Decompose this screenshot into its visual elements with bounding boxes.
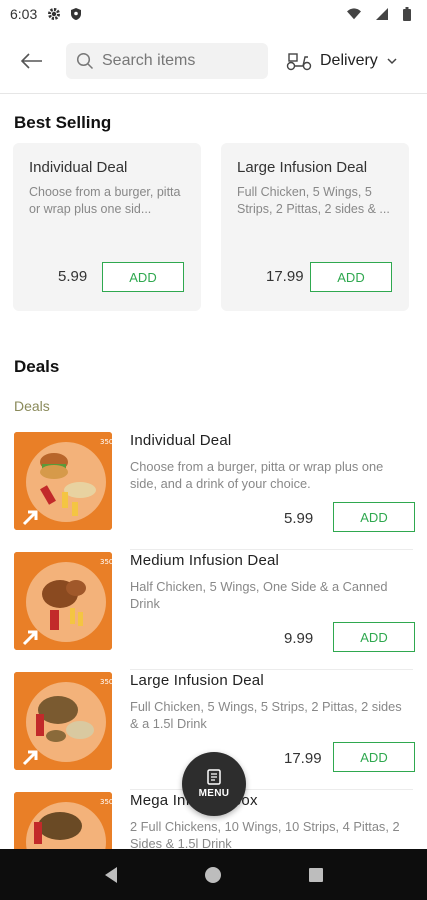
deal-name: Large Infusion Deal	[130, 672, 264, 689]
deal-description: Choose from a burger, pitta or wrap plus…	[130, 459, 384, 491]
add-button[interactable]: ADD	[333, 742, 415, 772]
system-navigation-bar	[0, 849, 427, 900]
svg-text:350: 350	[100, 558, 112, 566]
search-icon	[76, 52, 94, 70]
best-selling-card[interactable]: Individual Deal Choose from a burger, pi…	[13, 143, 201, 311]
deal-product-image: 350	[14, 552, 112, 650]
menu-fab-label: MENU	[198, 788, 230, 799]
divider	[130, 789, 413, 790]
product-name: Large Infusion Deal	[237, 159, 368, 176]
add-button[interactable]: ADD	[333, 502, 415, 532]
product-description: Full Chicken, 5 Wings, 5 Strips, 2 Pitta…	[237, 185, 390, 216]
deal-list-item[interactable]: 350 Individual Deal Choose from a burger…	[14, 432, 415, 550]
product-price: 5.99	[58, 268, 88, 285]
wifi-icon	[347, 7, 361, 21]
deal-product-image: 350	[14, 432, 112, 530]
add-button[interactable]: ADD	[333, 622, 415, 652]
battery-icon	[403, 7, 417, 21]
settings-gear-icon	[47, 7, 61, 21]
menu-document-icon	[207, 769, 221, 785]
deal-price: 5.99	[284, 510, 314, 527]
status-bar: 6:03	[0, 0, 427, 28]
menu-fab-button[interactable]: MENU	[182, 752, 246, 816]
deals-category-label: Deals	[14, 398, 50, 414]
cell-signal-icon	[375, 7, 389, 21]
svg-text:350: 350	[100, 798, 112, 806]
back-arrow-icon	[21, 52, 43, 69]
chevron-down-icon	[386, 55, 398, 67]
top-app-bar: Delivery	[0, 28, 427, 94]
svg-text:350: 350	[100, 438, 112, 446]
search-input[interactable]	[102, 51, 262, 70]
nav-recents-icon[interactable]	[306, 865, 326, 885]
nav-back-icon[interactable]	[101, 865, 121, 885]
divider	[130, 549, 413, 550]
deal-name: Individual Deal	[130, 432, 232, 449]
deal-price: 9.99	[284, 630, 314, 647]
divider	[130, 669, 413, 670]
add-button[interactable]: ADD	[310, 262, 392, 292]
deal-description: Full Chicken, 5 Wings, 5 Strips, 2 Pitta…	[130, 699, 402, 731]
add-button[interactable]: ADD	[102, 262, 184, 292]
product-name: Individual Deal	[29, 159, 128, 176]
shield-icon	[69, 7, 83, 21]
deal-description: Half Chicken, 5 Wings, One Side & a Cann…	[130, 579, 388, 611]
deals-heading: Deals	[14, 357, 60, 376]
product-description: Choose from a burger, pitta or wrap plus…	[29, 185, 181, 216]
deal-price: 17.99	[284, 750, 322, 767]
deal-name: Medium Infusion Deal	[130, 552, 280, 569]
deal-product-image: 350	[14, 792, 112, 849]
product-price: 17.99	[266, 268, 304, 285]
delivery-mode-dropdown[interactable]: Delivery	[286, 43, 398, 79]
best-selling-card[interactable]: Large Infusion Deal Full Chicken, 5 Wing…	[221, 143, 409, 311]
best-selling-heading: Best Selling	[14, 113, 112, 132]
deal-product-image: 350	[14, 672, 112, 770]
back-button[interactable]	[12, 41, 52, 81]
deal-description: 2 Full Chickens, 10 Wings, 10 Strips, 4 …	[130, 819, 400, 849]
svg-text:350: 350	[100, 678, 112, 686]
status-time: 6:03	[10, 6, 38, 22]
delivery-scooter-icon	[286, 51, 312, 71]
search-bar[interactable]	[66, 42, 268, 79]
deal-list-item[interactable]: 350 Medium Infusion Deal Half Chicken, 5…	[14, 552, 415, 670]
nav-home-icon[interactable]	[203, 865, 223, 885]
delivery-label: Delivery	[320, 51, 378, 69]
